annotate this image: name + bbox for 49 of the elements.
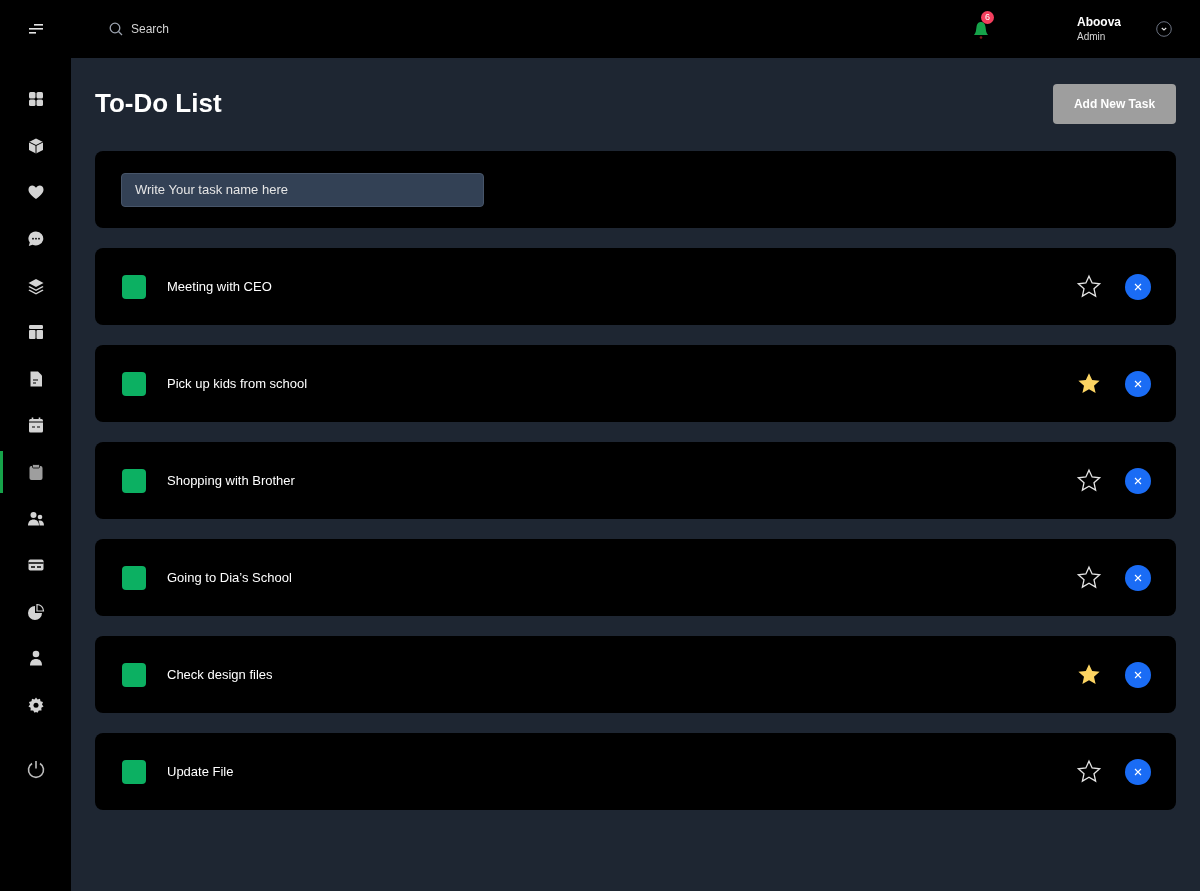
heart-icon[interactable] xyxy=(26,183,45,202)
star-icon[interactable] xyxy=(1076,564,1102,591)
layout-icon[interactable] xyxy=(26,323,45,342)
close-icon xyxy=(1134,282,1142,291)
checkbox[interactable] xyxy=(122,274,146,299)
layers-icon[interactable] xyxy=(26,276,45,295)
task-name: Going to Dia’s School xyxy=(167,568,292,587)
star-icon[interactable] xyxy=(1076,758,1102,785)
checkbox[interactable] xyxy=(122,565,146,590)
delete-button[interactable] xyxy=(1125,467,1151,494)
checkbox[interactable] xyxy=(122,759,146,784)
task-name: Update File xyxy=(167,762,234,781)
checkbox[interactable] xyxy=(122,468,146,493)
checkbox[interactable] xyxy=(122,371,146,396)
chat-bubble-icon[interactable] xyxy=(26,230,45,249)
star-icon[interactable] xyxy=(1076,467,1102,494)
user-name: Aboova xyxy=(1077,14,1122,30)
task-name: Pick up kids from school xyxy=(167,374,308,393)
delete-button[interactable] xyxy=(1125,564,1151,591)
close-icon xyxy=(1134,476,1142,485)
cube-icon[interactable] xyxy=(26,136,45,155)
grid-icon[interactable] xyxy=(26,90,45,109)
close-icon xyxy=(1134,670,1142,679)
task-name-field[interactable]: Write Your task name here xyxy=(121,172,484,207)
delete-button[interactable] xyxy=(1125,758,1151,785)
users-icon[interactable] xyxy=(26,509,45,528)
checkbox[interactable] xyxy=(122,662,146,687)
close-icon xyxy=(1134,379,1142,388)
delete-button[interactable] xyxy=(1125,661,1151,688)
settings-icon[interactable] xyxy=(26,696,45,714)
search-icon xyxy=(109,22,123,36)
dropdown-icon[interactable] xyxy=(1156,21,1172,37)
user-role: Admin xyxy=(1077,30,1107,44)
delete-button[interactable] xyxy=(1125,273,1151,300)
search-field[interactable]: Search xyxy=(131,20,331,38)
close-icon xyxy=(1134,573,1142,582)
close-icon xyxy=(1134,767,1142,776)
star-icon[interactable] xyxy=(1076,273,1102,300)
power-icon[interactable] xyxy=(25,759,46,780)
menu-icon[interactable] xyxy=(28,24,43,34)
page-title: To-Do List xyxy=(95,87,222,120)
task-name: Shopping with Brother xyxy=(167,471,295,490)
add-task-button[interactable]: Add New Task xyxy=(1053,83,1176,124)
pie-chart-icon[interactable] xyxy=(26,602,45,621)
notification-badge: 6 xyxy=(981,11,994,24)
task-name: Meeting with CEO xyxy=(167,277,272,296)
task-name: Check design files xyxy=(167,665,273,684)
calendar-icon[interactable] xyxy=(26,416,45,435)
delete-button[interactable] xyxy=(1125,370,1151,397)
